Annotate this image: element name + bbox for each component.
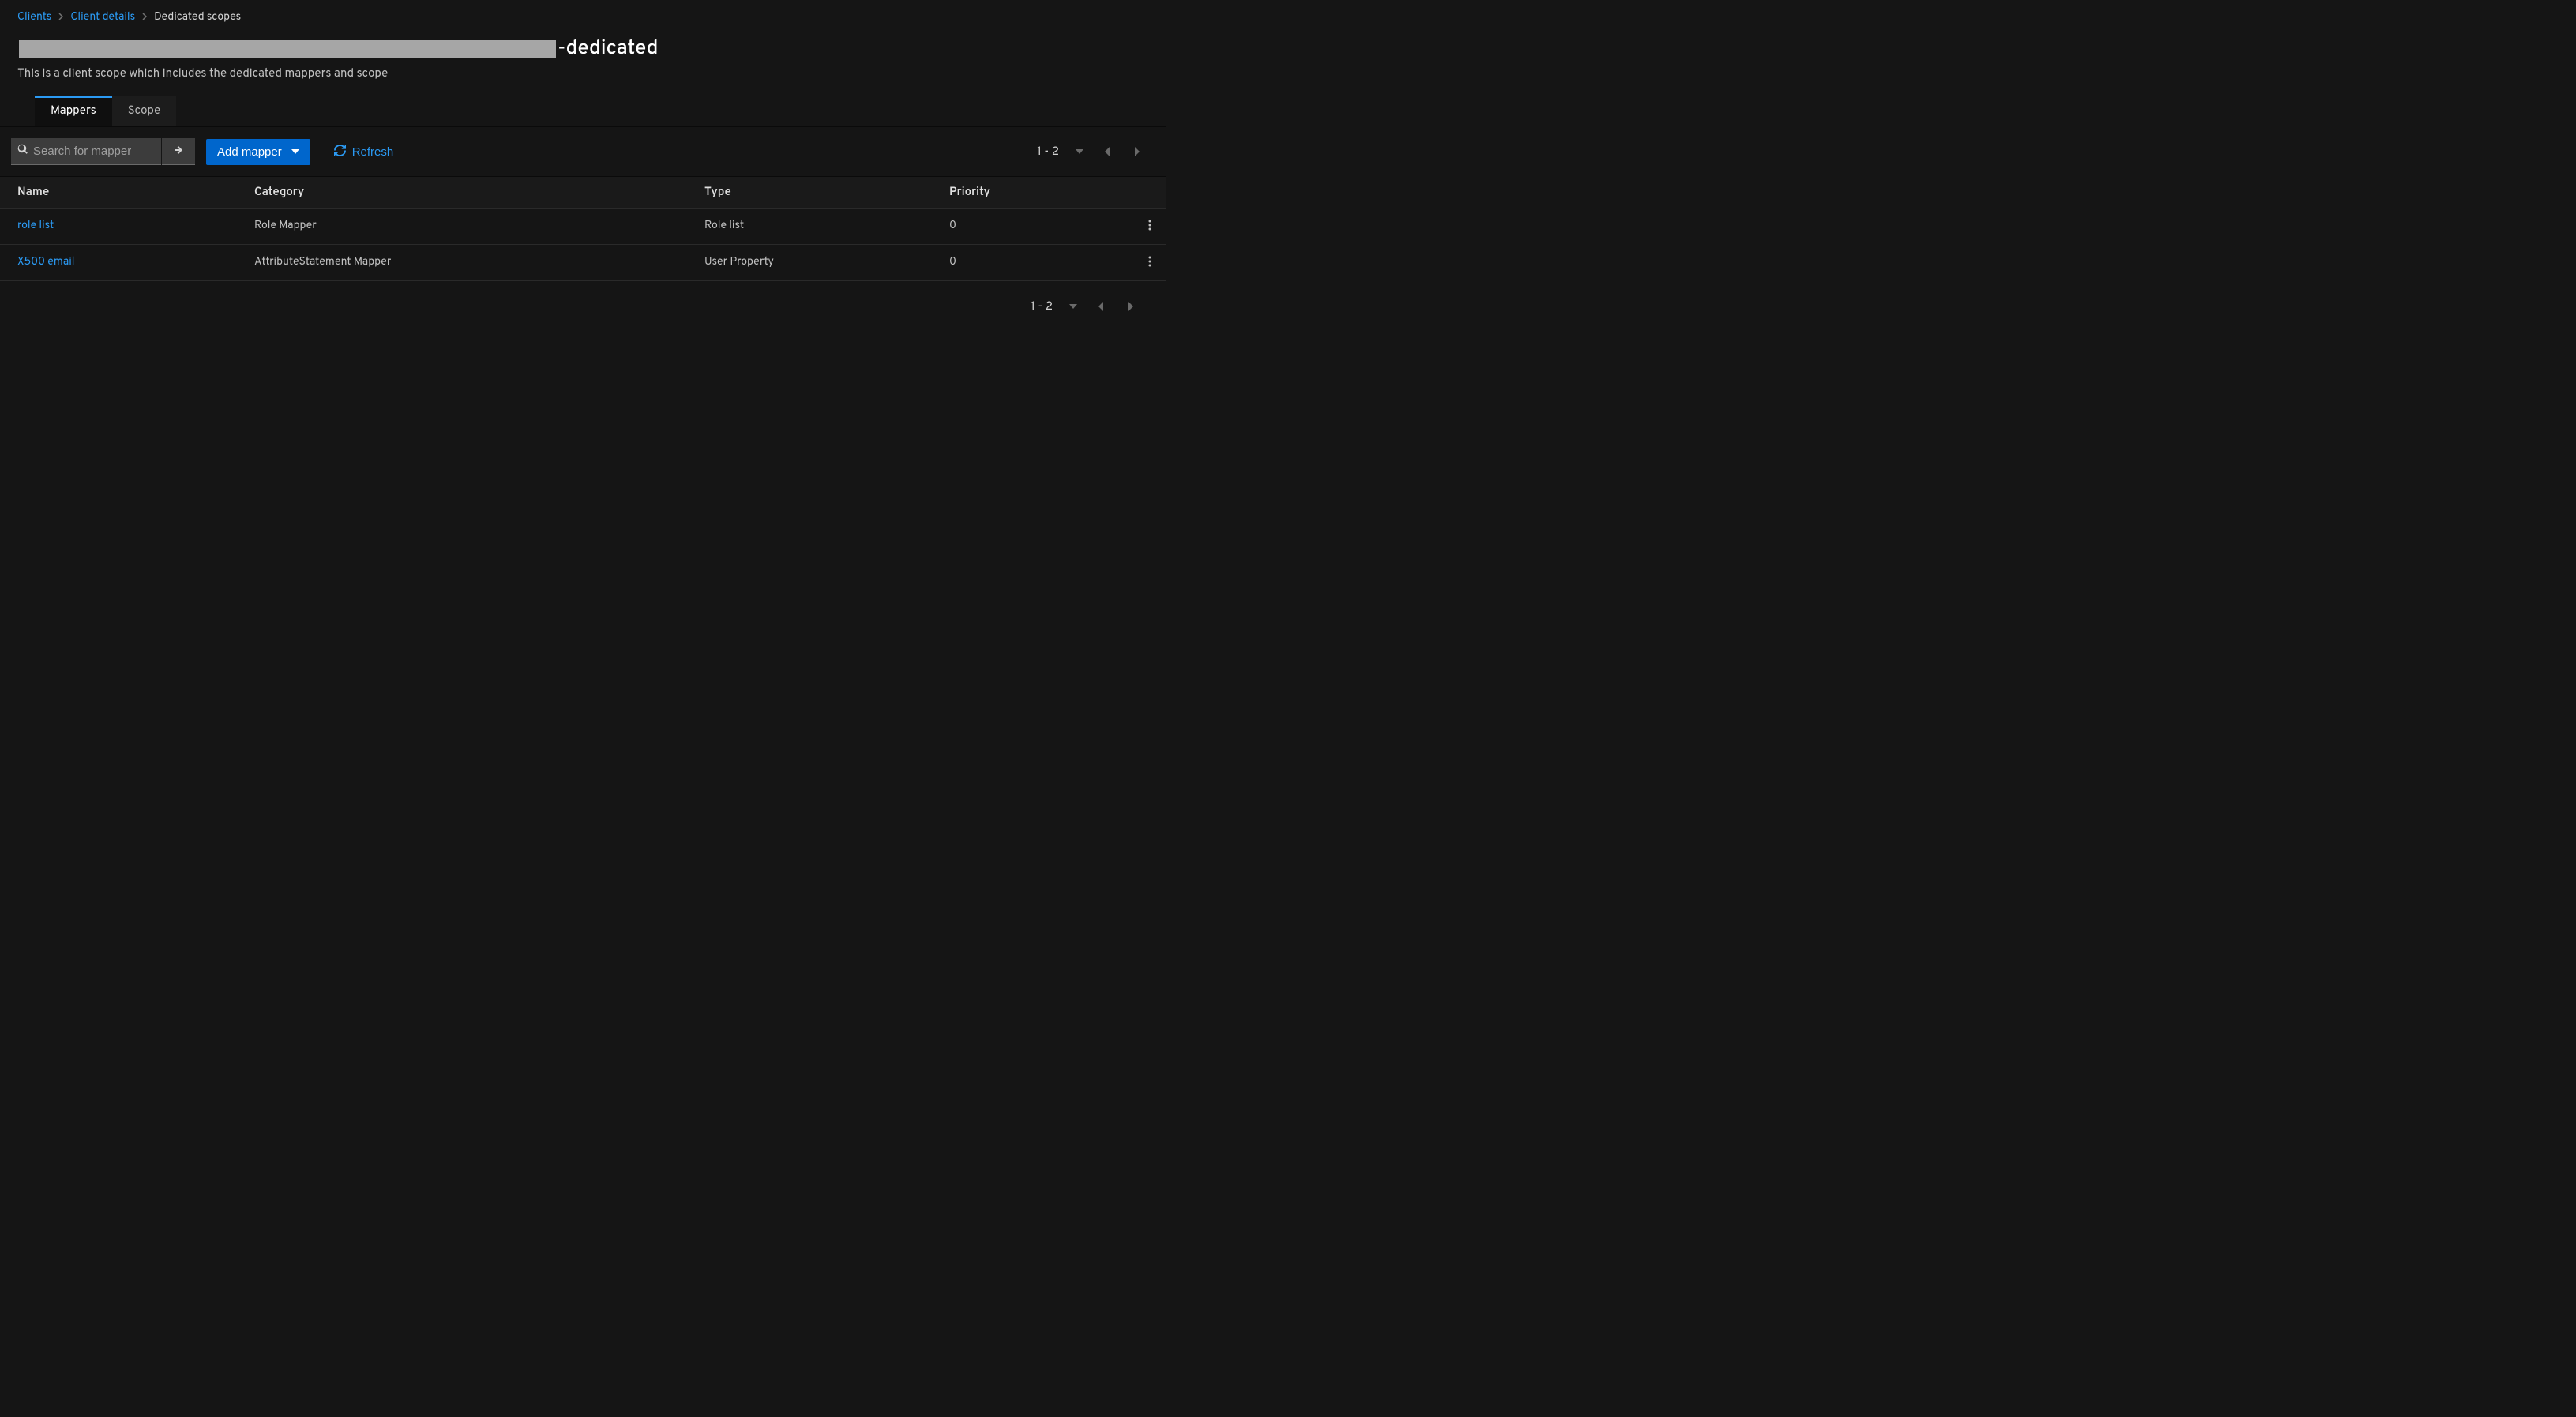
search-group xyxy=(11,138,195,165)
th-priority: Priority xyxy=(932,177,1127,209)
table-row: X500 email AttributeStatement Mapper Use… xyxy=(0,245,1166,281)
pagination-prev[interactable] xyxy=(1089,294,1114,319)
tab-mappers[interactable]: Mappers xyxy=(35,96,112,126)
chevron-right-icon xyxy=(58,13,64,24)
kebab-icon xyxy=(1148,257,1151,269)
pagination-next[interactable] xyxy=(1124,139,1149,164)
search-input-wrap xyxy=(11,138,161,165)
search-input[interactable] xyxy=(28,145,155,158)
page-subtitle: This is a client scope which includes th… xyxy=(0,62,1166,96)
refresh-icon xyxy=(334,145,346,160)
pagination-range: 1 - 2 xyxy=(1037,145,1059,160)
breadcrumb-clients[interactable]: Clients xyxy=(17,11,51,24)
pagination-items-dropdown[interactable] xyxy=(1067,139,1092,164)
add-mapper-button[interactable]: Add mapper xyxy=(206,139,310,165)
search-icon xyxy=(17,144,28,160)
mappers-table: Name Category Type Priority role list Ro… xyxy=(0,177,1166,281)
title-suffix: -dedicated xyxy=(558,36,658,62)
pagination-items-dropdown[interactable] xyxy=(1061,294,1086,319)
page-title: -dedicated xyxy=(17,36,658,62)
mapper-type: User Property xyxy=(687,245,932,281)
th-type: Type xyxy=(687,177,932,209)
th-actions xyxy=(1127,177,1166,209)
row-actions-button[interactable] xyxy=(1145,216,1155,236)
th-category: Category xyxy=(237,177,687,209)
mapper-category: AttributeStatement Mapper xyxy=(237,245,687,281)
mapper-name-link[interactable]: role list xyxy=(17,220,54,233)
mapper-priority: 0 xyxy=(932,209,1127,245)
mapper-name-link[interactable]: X500 email xyxy=(17,256,74,269)
tab-scope[interactable]: Scope xyxy=(112,96,176,126)
arrow-right-icon xyxy=(172,144,185,159)
chevron-right-icon xyxy=(141,13,148,24)
mapper-type: Role list xyxy=(687,209,932,245)
kebab-icon xyxy=(1148,221,1151,233)
mapper-priority: 0 xyxy=(932,245,1127,281)
toolbar: Add mapper Refresh 1 - 2 xyxy=(0,127,1166,177)
pagination-top: 1 - 2 xyxy=(1037,139,1155,164)
title-redacted xyxy=(19,40,556,58)
breadcrumb-current: Dedicated scopes xyxy=(154,11,241,24)
tabs: Mappers Scope xyxy=(0,96,1166,127)
caret-down-icon xyxy=(291,145,299,159)
pagination-next[interactable] xyxy=(1117,294,1143,319)
pagination-bottom: 1 - 2 xyxy=(1031,294,1149,319)
row-actions-button[interactable] xyxy=(1145,253,1155,272)
breadcrumb-client-details[interactable]: Client details xyxy=(70,11,135,24)
pagination-range: 1 - 2 xyxy=(1031,299,1053,314)
breadcrumb: Clients Client details Dedicated scopes xyxy=(0,8,1166,32)
mapper-category: Role Mapper xyxy=(237,209,687,245)
refresh-button[interactable]: Refresh xyxy=(334,145,394,160)
pagination-prev[interactable] xyxy=(1095,139,1121,164)
th-name: Name xyxy=(0,177,237,209)
search-submit-button[interactable] xyxy=(162,138,195,165)
refresh-label: Refresh xyxy=(352,145,394,159)
table-row: role list Role Mapper Role list 0 xyxy=(0,209,1166,245)
add-mapper-label: Add mapper xyxy=(217,145,282,159)
